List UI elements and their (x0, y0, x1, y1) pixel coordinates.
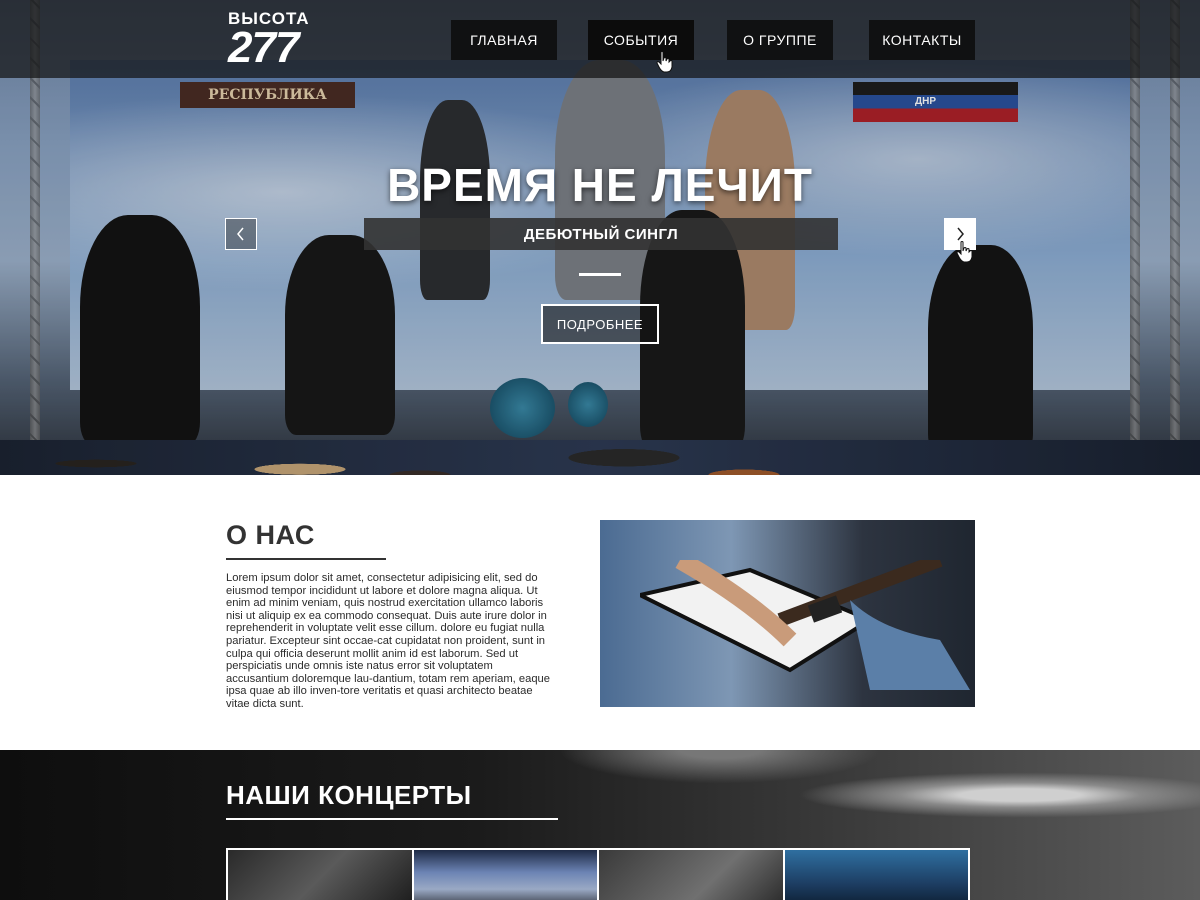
concert-gallery (226, 848, 970, 900)
concert-thumb-3[interactable] (599, 850, 785, 900)
hero-divider (579, 273, 621, 276)
guitar-illustration (640, 560, 970, 690)
hero-title: ВРЕМЯ НЕ ЛЕЧИТ (387, 159, 813, 211)
hand-cursor-icon (656, 51, 673, 73)
about-title: О НАС (226, 520, 315, 550)
about-text: Lorem ipsum dolor sit amet, consectetur … (226, 572, 550, 710)
concerts-title: НАШИ КОНЦЕРТЫ (226, 780, 472, 810)
concert-thumb-4[interactable] (784, 850, 968, 900)
hero-subtitle: ДЕБЮТНЫЙ СИНГЛ (364, 218, 838, 250)
concert-thumb-2[interactable] (413, 850, 599, 900)
more-button[interactable]: ПОДРОБНЕЕ (541, 304, 659, 344)
nav-item-contacts[interactable]: КОНТАКТЫ (869, 20, 975, 60)
nav-item-about-band[interactable]: О ГРУППЕ (727, 20, 833, 60)
nav-item-home[interactable]: ГЛАВНАЯ (451, 20, 557, 60)
about-title-underline (226, 558, 386, 560)
logo[interactable]: ВЫСОТА 277 (228, 10, 310, 72)
nav-item-events[interactable]: СОБЫТИЯ (588, 20, 694, 60)
logo-line-2: 277 (228, 23, 299, 72)
concerts-title-underline (226, 818, 558, 820)
slider-prev-button[interactable] (225, 218, 257, 250)
chevron-left-icon (237, 227, 244, 241)
concerts-section: НАШИ КОНЦЕРТЫ (0, 750, 1200, 900)
concert-thumb-1[interactable] (228, 850, 414, 900)
hand-cursor-icon (956, 241, 973, 263)
about-photo-guitarist (600, 520, 975, 707)
navbar: ВЫСОТА 277 ГЛАВНАЯ СОБЫТИЯ О ГРУППЕ КОНТ… (0, 0, 1200, 78)
